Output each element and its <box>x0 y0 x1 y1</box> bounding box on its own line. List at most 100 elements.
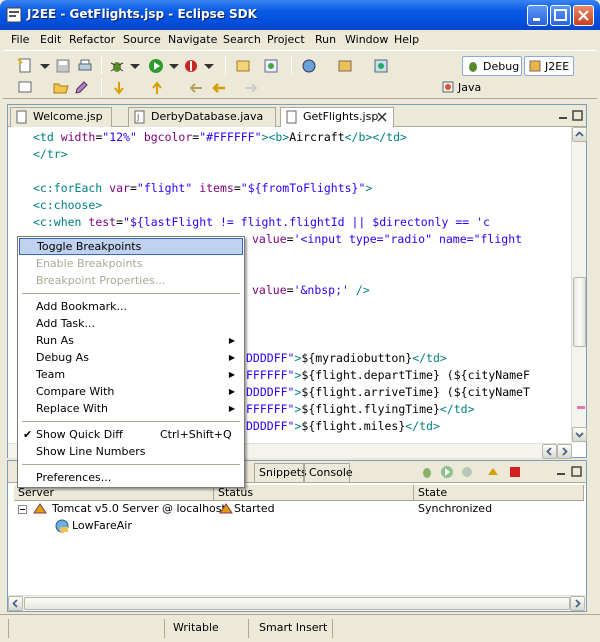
panel-horizontal-scrollbar[interactable] <box>8 595 586 611</box>
menu-bar: File Edit Refactor Source Navigate Searc… <box>3 30 597 51</box>
status-position <box>332 619 418 638</box>
tomcat-icon <box>33 503 47 514</box>
menu-team[interactable]: Team ▶ <box>19 366 243 383</box>
perspective-debug[interactable]: Debug <box>462 56 522 76</box>
menu-refactor[interactable]: Refactor <box>69 33 115 46</box>
open-folder-icon[interactable] <box>53 80 69 96</box>
checkmark-icon: ✔ <box>23 428 33 441</box>
close-button[interactable] <box>573 5 594 26</box>
menu-enable-breakpoints: Enable Breakpoints <box>36 257 143 270</box>
server-name: Tomcat v5.0 Server @ localhost <box>52 502 226 515</box>
search-icon[interactable] <box>17 80 33 96</box>
scroll-left-button[interactable] <box>542 444 557 459</box>
menu-toggle-breakpoints[interactable]: Toggle Breakpoints <box>19 238 243 255</box>
save-icon[interactable] <box>55 58 71 74</box>
perspective-j2ee[interactable]: J2EE <box>524 56 574 76</box>
submenu-arrow-icon: ▶ <box>228 353 235 362</box>
tab-getflights[interactable]: GetFlights.jsp <box>280 107 394 128</box>
code-line: DDDDFF">${flight.arriveTime} (${cityName… <box>246 385 530 399</box>
open-type-icon[interactable] <box>373 58 389 74</box>
tab-welcome[interactable]: Welcome.jsp <box>10 107 112 127</box>
tab-console[interactable]: Console <box>304 463 353 482</box>
code-line: FFFFFF">${flight.flyingTime}</td> <box>246 402 475 416</box>
web-service-icon[interactable] <box>337 58 353 74</box>
debug-server-icon[interactable] <box>420 465 434 479</box>
chevron-left-icon <box>546 447 552 456</box>
menu-add-bookmark[interactable]: Add Bookmark... <box>19 298 243 315</box>
dropdown-icon[interactable] <box>37 58 53 74</box>
menu-help[interactable]: Help <box>394 33 419 46</box>
menu-add-task[interactable]: Add Task... <box>19 315 243 332</box>
minimize-button[interactable] <box>527 5 548 26</box>
dropdown-icon[interactable] <box>201 58 217 74</box>
dropdown-icon[interactable] <box>127 58 143 74</box>
new-class-icon[interactable] <box>263 58 279 74</box>
print-icon[interactable] <box>77 58 93 74</box>
menu-preferences[interactable]: Preferences... <box>19 469 243 486</box>
menu-show-quick-diff[interactable]: ✔ Show Quick Diff Ctrl+Shift+Q <box>19 426 243 443</box>
menu-debug-as[interactable]: Debug As ▶ <box>19 349 243 366</box>
menu-run-as[interactable]: Run As ▶ <box>19 332 243 349</box>
minimize-icon <box>533 18 540 21</box>
overview-ruler[interactable] <box>575 127 586 443</box>
run-icon[interactable] <box>148 58 164 74</box>
editor-tabs: Welcome.jsp J DerbyDatabase.java GetFlig… <box>8 105 586 128</box>
next-annotation-icon[interactable] <box>111 80 127 96</box>
maximize-view-icon[interactable] <box>571 466 582 477</box>
menu-edit[interactable]: Edit <box>40 33 61 46</box>
minimize-view-icon[interactable] <box>556 467 566 477</box>
tab-derbydatabase[interactable]: J DerbyDatabase.java <box>128 107 276 127</box>
menu-show-line-numbers[interactable]: Show Line Numbers <box>19 443 243 460</box>
maximize-icon <box>554 9 567 21</box>
new-package-icon[interactable] <box>235 58 251 74</box>
code-line: <td width="12%" bgcolor="#FFFFFF"><b>Air… <box>33 130 407 144</box>
new-icon[interactable] <box>17 58 33 74</box>
submenu-arrow-icon: ▶ <box>228 370 235 379</box>
scroll-right-button[interactable] <box>557 444 572 459</box>
scroll-right-button[interactable] <box>570 596 585 611</box>
profile-server-icon[interactable] <box>460 465 474 479</box>
debug-icon[interactable] <box>109 58 125 74</box>
perspective-java[interactable]: Java <box>438 78 488 98</box>
minimize-view-icon[interactable] <box>558 111 568 121</box>
menu-accelerator: Ctrl+Shift+Q <box>160 428 232 441</box>
close-tab-icon[interactable] <box>377 112 387 122</box>
scroll-thumb[interactable] <box>24 597 570 610</box>
menu-run[interactable]: Run <box>315 33 336 46</box>
collapse-icon[interactable] <box>18 505 27 514</box>
menu-project[interactable]: Project <box>267 33 305 46</box>
window-title: J2EE - GetFlights.jsp - Eclipse SDK <box>27 7 257 21</box>
menu-navigate[interactable]: Navigate <box>168 33 217 46</box>
column-header-state[interactable]: State <box>414 485 584 501</box>
start-server-icon[interactable] <box>440 465 454 479</box>
code-line: <c:choose> <box>33 198 103 212</box>
prev-annotation-icon[interactable] <box>149 80 165 96</box>
started-status-icon <box>219 503 233 514</box>
maximize-button[interactable] <box>550 5 571 26</box>
scroll-left-button[interactable] <box>8 596 23 611</box>
server-icon[interactable] <box>301 58 317 74</box>
close-icon <box>578 10 589 21</box>
dropdown-icon[interactable] <box>166 58 182 74</box>
menu-search[interactable]: Search <box>223 33 261 46</box>
menu-window[interactable]: Window <box>345 33 388 46</box>
menu-source[interactable]: Source <box>123 33 161 46</box>
menu-file[interactable]: File <box>11 33 29 46</box>
external-tools-icon[interactable] <box>183 58 199 74</box>
back-icon[interactable] <box>188 80 204 96</box>
publish-icon[interactable] <box>486 465 500 479</box>
menu-compare-with[interactable]: Compare With ▶ <box>19 383 243 400</box>
annotation-marker[interactable] <box>577 406 585 409</box>
code-line: <c:when test="${lastFlight != flight.fli… <box>33 215 490 229</box>
forward-icon[interactable] <box>243 80 259 96</box>
menu-replace-with[interactable]: Replace With ▶ <box>19 400 243 417</box>
code-line: </tr> <box>33 147 68 161</box>
back-arrow-icon[interactable] <box>211 80 227 96</box>
debug-icon <box>469 62 477 72</box>
edit-icon[interactable] <box>73 80 89 96</box>
maximize-view-icon[interactable] <box>572 110 583 121</box>
code-line: value='&nbsp;' /> <box>252 283 370 297</box>
title-bar: J2EE - GetFlights.jsp - Eclipse SDK <box>0 0 600 30</box>
stop-server-icon[interactable] <box>508 465 522 479</box>
tab-snippets[interactable]: Snippets <box>254 463 307 482</box>
